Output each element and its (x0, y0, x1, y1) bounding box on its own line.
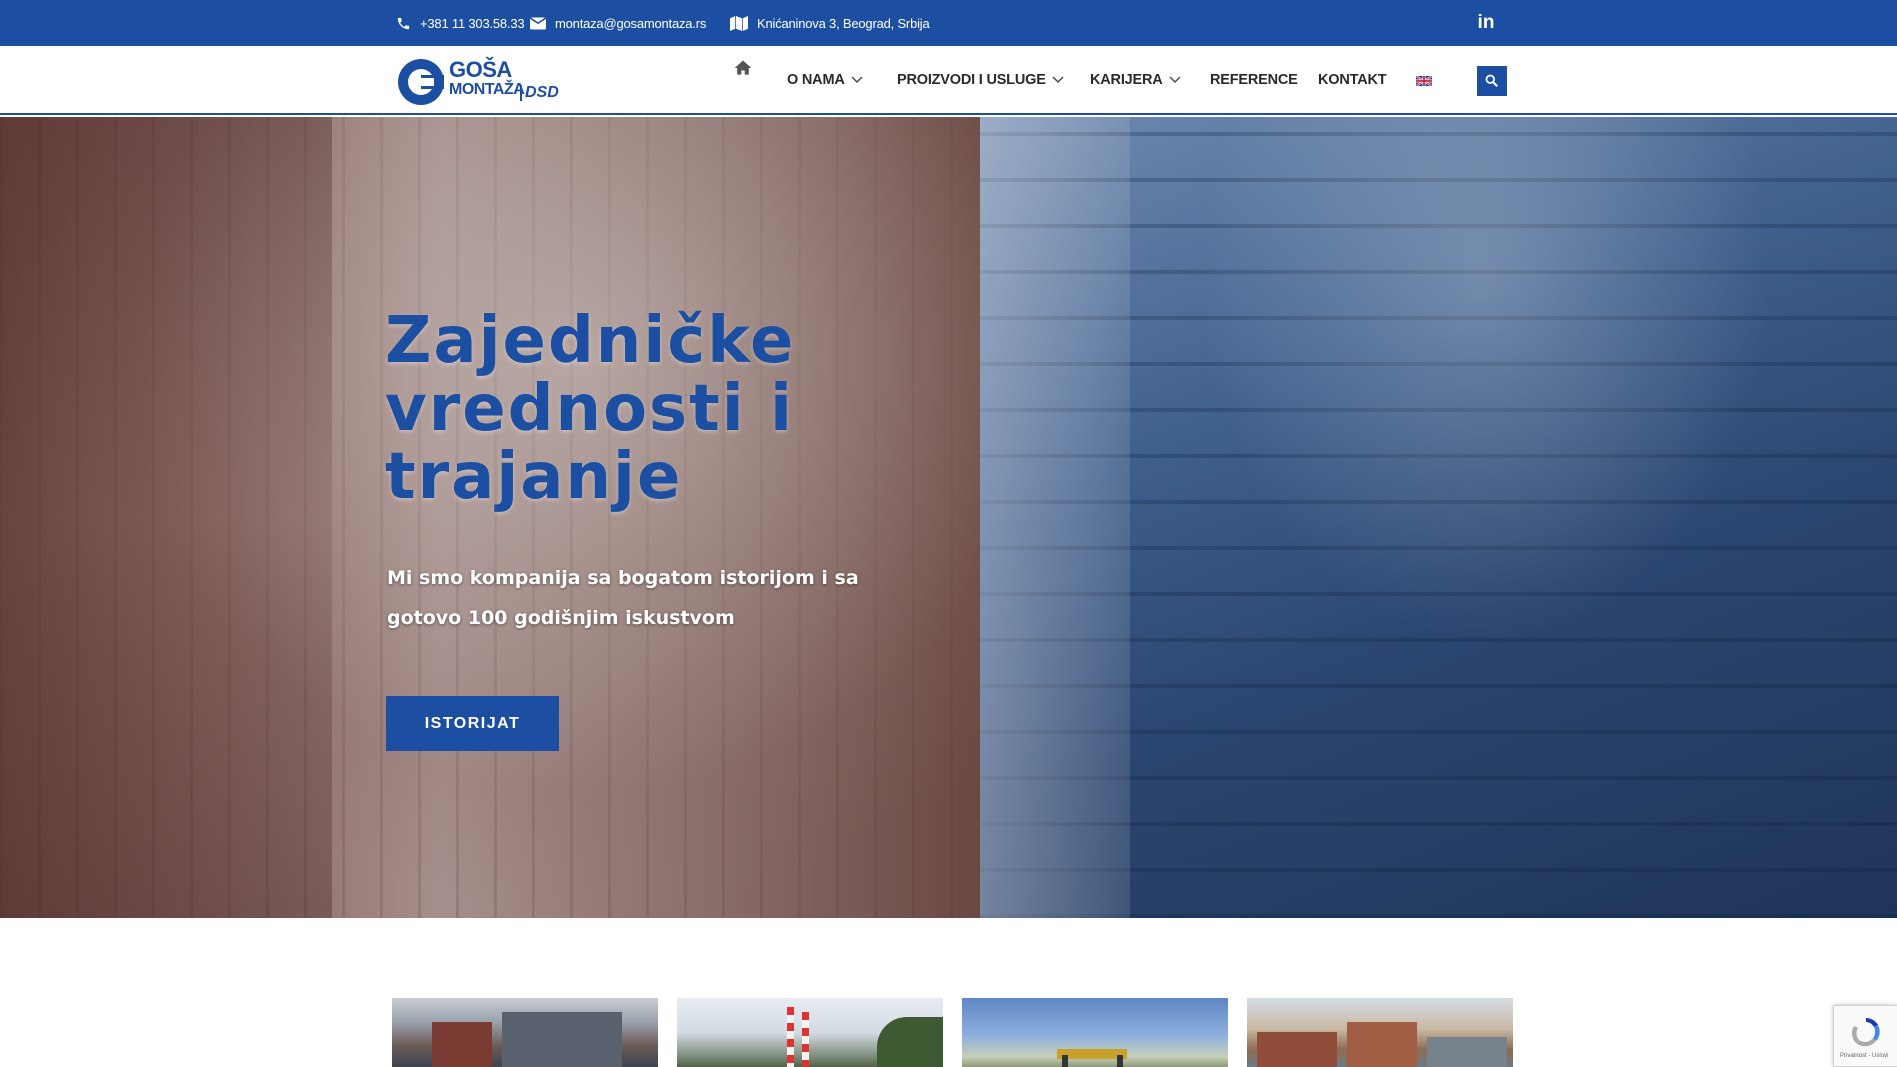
hero-title: Zajedničke vrednosti i trajanje (385, 304, 796, 514)
email-contact[interactable]: montaza@gosamontaza.rs (530, 0, 706, 46)
logo-partner: DSD (520, 85, 559, 101)
structure-shape (502, 1012, 622, 1067)
phone-contact[interactable]: +381 11 303.58.33 (396, 0, 525, 46)
historic-photo-shade (0, 117, 332, 918)
logo-mark-icon (398, 59, 444, 105)
project-thumbnail[interactable] (392, 998, 658, 1067)
nav-item-o-nama[interactable]: O NAMA (787, 46, 863, 113)
crane-leg (1062, 1055, 1068, 1067)
company-logo[interactable]: GOŠA MONTAŽA DSD (396, 55, 568, 107)
chimney-shape (802, 1012, 809, 1067)
istorijat-button[interactable]: ISTORIJAT (386, 696, 559, 751)
chevron-down-icon (1169, 76, 1181, 83)
phone-number: +381 11 303.58.33 (420, 15, 525, 31)
nav-label: O NAMA (787, 71, 845, 88)
chevron-down-icon (1052, 76, 1064, 83)
logo-text-line1: GOŠA (449, 57, 512, 82)
top-contact-bar: +381 11 303.58.33 montaza@gosamontaza.rs… (0, 0, 1897, 46)
project-thumbnail[interactable] (677, 998, 943, 1067)
address-text: Knićaninova 3, Beograd, Srbija (757, 15, 930, 31)
map-icon (730, 15, 748, 31)
nav-label: KARIJERA (1090, 71, 1163, 88)
linkedin-icon[interactable]: in (1476, 13, 1496, 33)
photo-transition-overlay (980, 117, 1130, 918)
envelope-icon (530, 17, 546, 29)
structure-shape (432, 1022, 492, 1067)
logo-text-line2: MONTAŽA (449, 81, 525, 98)
project-thumbnail[interactable] (1247, 998, 1513, 1067)
chimney-shape (787, 1007, 794, 1067)
chevron-down-icon (851, 76, 863, 83)
hero-banner: Zajedničke vrednosti i trajanje Mi smo k… (0, 117, 1897, 918)
nav-item-kontakt[interactable]: KONTAKT (1318, 46, 1387, 113)
main-header: GOŠA MONTAŽA DSD O NAMA PROIZVODI I USLU… (0, 46, 1897, 115)
recaptcha-icon (1852, 1018, 1880, 1047)
building-shape (1257, 1032, 1337, 1067)
project-thumbnail[interactable] (962, 998, 1228, 1067)
email-address: montaza@gosamontaza.rs (555, 15, 707, 31)
recaptcha-footer[interactable]: Privatnost - Uslovi (1840, 1053, 1888, 1059)
tree-shape (877, 1017, 943, 1067)
home-icon[interactable] (733, 58, 753, 78)
nav-item-proizvodi-i-usluge[interactable]: PROIZVODI I USLUGE (897, 46, 1064, 113)
hero-subtitle: Mi smo kompanija sa bogatom istorijom i … (387, 567, 859, 629)
nav-item-karijera[interactable]: KARIJERA (1090, 46, 1181, 113)
search-button[interactable] (1477, 66, 1507, 96)
search-icon (1485, 74, 1498, 87)
nav-item-reference[interactable]: REFERENCE (1210, 46, 1298, 113)
crane-leg (1117, 1055, 1123, 1067)
nav-label: KONTAKT (1318, 71, 1387, 88)
uk-flag-icon[interactable] (1416, 76, 1432, 86)
recaptcha-badge[interactable]: Privatnost - Uslovi (1833, 1005, 1897, 1067)
nav-label: PROIZVODI I USLUGE (897, 71, 1046, 88)
nav-label: REFERENCE (1210, 71, 1298, 88)
building-shape (1347, 1022, 1417, 1067)
address-contact: Knićaninova 3, Beograd, Srbija (730, 0, 930, 46)
building-shape (1427, 1037, 1507, 1067)
phone-icon (397, 17, 410, 29)
